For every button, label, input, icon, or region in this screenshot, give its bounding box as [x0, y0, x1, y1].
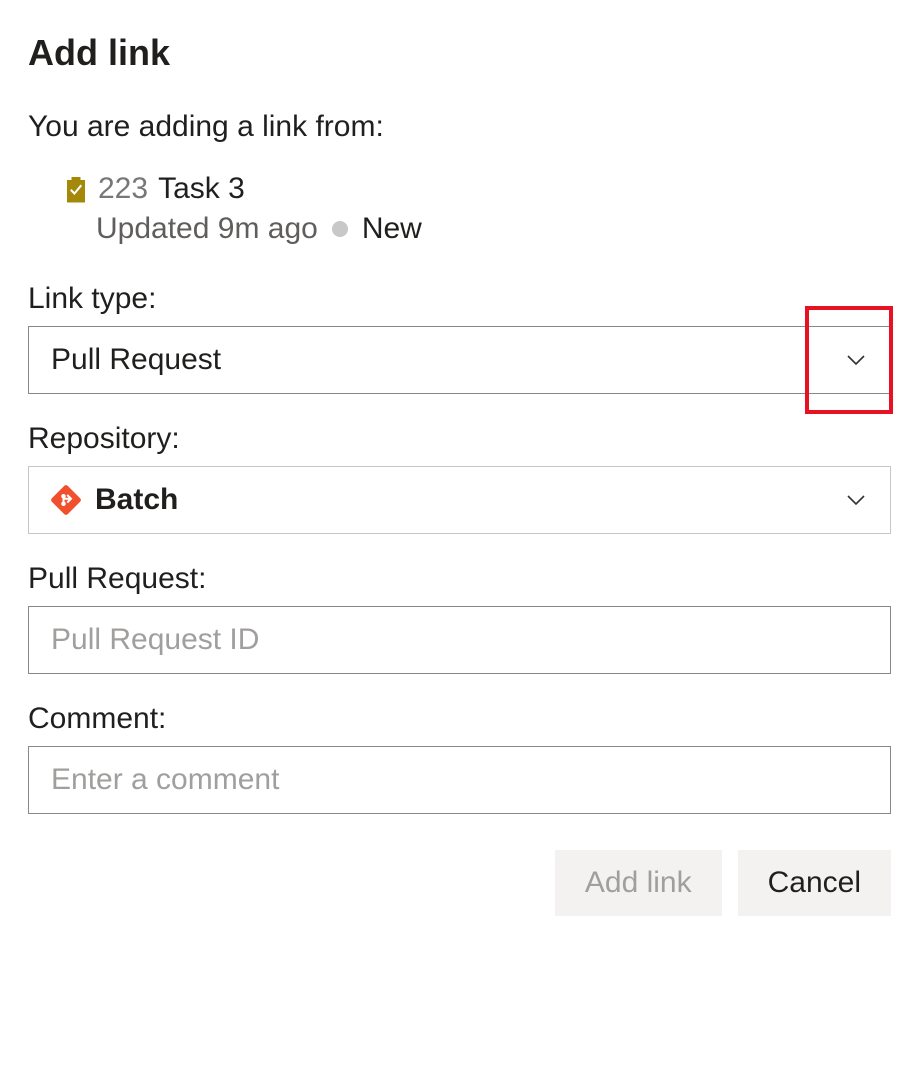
link-type-value: Pull Request	[51, 343, 221, 377]
repository-label: Repository:	[28, 422, 891, 456]
work-item-title: Task 3	[158, 172, 245, 206]
button-row: Add link Cancel	[28, 850, 891, 916]
work-item-updated: Updated 9m ago	[96, 212, 318, 246]
pull-request-input[interactable]	[28, 606, 891, 674]
work-item-id: 223	[98, 172, 148, 206]
cancel-button[interactable]: Cancel	[738, 850, 891, 916]
pull-request-label: Pull Request:	[28, 562, 891, 596]
comment-input[interactable]	[28, 746, 891, 814]
dialog-title: Add link	[28, 32, 891, 74]
work-item-state: New	[362, 212, 422, 246]
add-link-button[interactable]: Add link	[555, 850, 722, 916]
chevron-down-icon	[844, 348, 868, 372]
repository-select[interactable]: Batch	[28, 466, 891, 534]
work-item-card: 223 Task 3 Updated 9m ago New	[64, 172, 891, 246]
task-icon	[64, 175, 88, 203]
intro-text: You are adding a link from:	[28, 110, 891, 144]
repository-value: Batch	[95, 483, 178, 517]
link-type-label: Link type:	[28, 282, 891, 316]
comment-label: Comment:	[28, 702, 891, 736]
link-type-select[interactable]: Pull Request	[28, 326, 891, 394]
state-dot-icon	[332, 221, 348, 237]
chevron-down-icon	[844, 488, 868, 512]
git-repo-icon	[51, 485, 81, 515]
